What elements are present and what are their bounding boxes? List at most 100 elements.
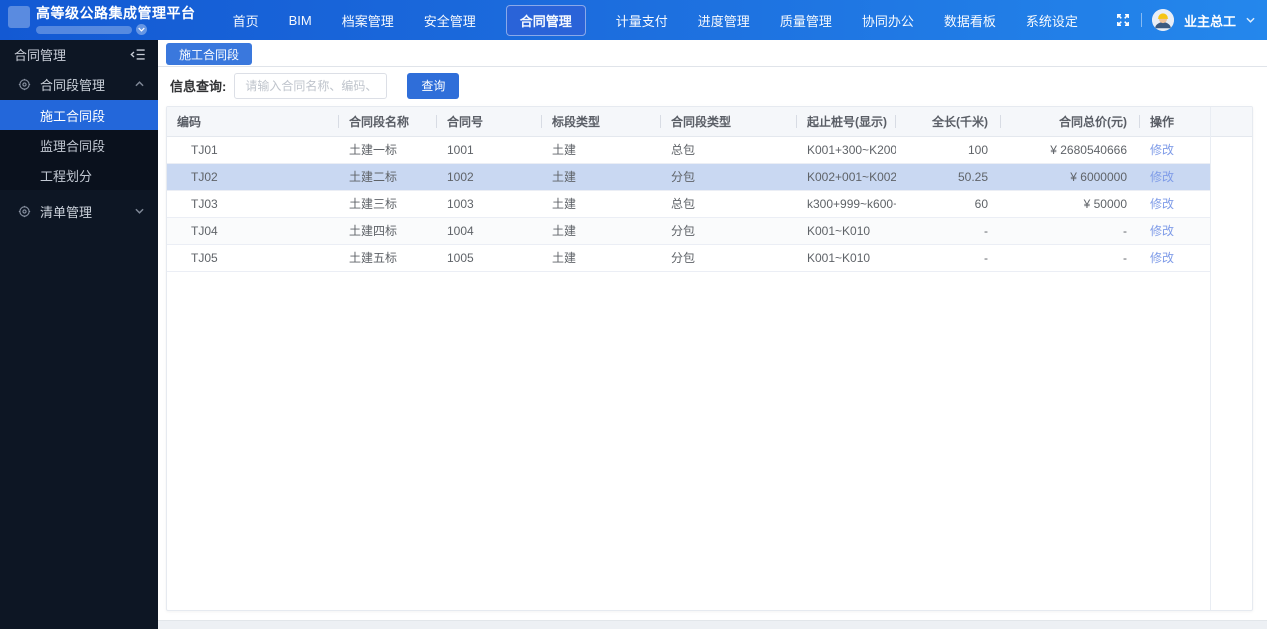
fullscreen-icon[interactable]	[1115, 12, 1131, 28]
project-name-pill	[36, 25, 132, 34]
cell: -	[1001, 217, 1140, 245]
nav-item[interactable]: 进度管理	[698, 11, 750, 30]
main-area: 施工合同段 信息查询: 查询 编码合同段名称合同号标段类型合同段类型起止桩号(显…	[158, 40, 1267, 629]
edit-link[interactable]: 修改	[1150, 143, 1174, 157]
column-header: 全长(千米)	[896, 107, 1001, 137]
gear-circle-icon	[18, 78, 31, 91]
cell: 100	[896, 136, 1001, 164]
cell: TJ05	[167, 244, 339, 272]
footer-strip	[158, 620, 1267, 629]
chevron-down-icon	[135, 208, 144, 214]
row-gutter	[1211, 244, 1252, 271]
column-header: 编码	[167, 107, 339, 137]
cell: TJ02	[167, 163, 339, 191]
table-row[interactable]: TJ02土建二标1002土建分包K002+001~K002+90050.25¥ …	[167, 163, 1252, 191]
nav-item[interactable]: 首页	[233, 11, 259, 30]
table-row[interactable]: TJ03土建三标1003土建总包k300+999~k600+99960¥ 500…	[167, 190, 1252, 218]
cell: 土建二标	[339, 163, 437, 191]
sidebar-item[interactable]: 工程划分	[0, 160, 158, 190]
row-gutter	[1211, 217, 1252, 244]
chevron-down-icon	[138, 27, 145, 32]
tab-bar: 施工合同段	[158, 40, 1267, 67]
header-divider	[1140, 13, 1142, 27]
cell: k300+999~k600+999	[797, 190, 896, 218]
top-bar: 高等级公路集成管理平台 首页 BIM 档案管理 安全管理 合同管理 计量支付 进度管理 质量管…	[0, 0, 1267, 40]
column-header: 合同段类型	[661, 107, 797, 137]
cell: ¥ 6000000	[1001, 163, 1140, 191]
search-row: 信息查询: 查询	[158, 67, 1267, 104]
column-header: 合同段名称	[339, 107, 437, 137]
cell: 土建	[542, 136, 661, 164]
table-header-row: 编码 合同段名称 合同号 标段类型 合同段类型 起止桩号(显示) 全长(千米) 合同总价(元)…	[167, 107, 1252, 137]
cell: 总包	[661, 136, 797, 164]
column-header: 操作	[1140, 107, 1211, 137]
chevron-up-icon	[135, 81, 144, 87]
search-input[interactable]	[234, 72, 388, 99]
cell: 土建五标	[339, 244, 437, 272]
sidebar-item[interactable]: 施工合同段	[0, 100, 158, 130]
nav-item[interactable]: 计量支付	[616, 11, 668, 30]
nav-item[interactable]: 档案管理	[342, 11, 394, 30]
edit-link[interactable]: 修改	[1150, 251, 1174, 265]
search-label: 信息查询:	[170, 79, 227, 94]
query-button[interactable]: 查询	[407, 72, 460, 99]
nav-item[interactable]: BIM	[289, 13, 312, 28]
nav-item[interactable]: 系统设定	[1026, 11, 1078, 30]
sidebar-group[interactable]: 合同段管理	[0, 68, 158, 100]
cell-action: 修改	[1140, 190, 1211, 218]
sidebar-item[interactable]: 监理合同段	[0, 130, 158, 160]
table-row[interactable]: TJ04 土建四标 1004 土建 分包 K001~K010- - 修改	[167, 217, 1252, 245]
cell: 50.25	[896, 163, 1001, 191]
table-content: 编码 合同段名称 合同号 标段类型 合同段类型 起止桩号(显示) 全长(千米) 合同总价(元)…	[158, 104, 1267, 620]
user-menu-chevron-icon[interactable]	[1246, 17, 1255, 23]
cell: ¥ 2680540666	[1001, 136, 1140, 164]
sidebar-submenu: 施工合同段 监理合同段 工程划分	[0, 100, 158, 190]
cell: K001+300~K200+300	[797, 136, 896, 164]
sidebar-group[interactable]: 清单管理	[0, 195, 158, 227]
cell: ¥ 50000	[1001, 190, 1140, 218]
cell: 土建一标	[339, 136, 437, 164]
cell: 1002	[437, 163, 542, 191]
edit-link[interactable]: 修改	[1150, 170, 1174, 184]
nav-item[interactable]: 质量管理	[780, 11, 832, 30]
cell: TJ01	[167, 136, 339, 164]
nav-item[interactable]: 安全管理	[424, 11, 476, 30]
cell: 土建	[542, 190, 661, 218]
collapse-menu-icon[interactable]	[130, 48, 146, 61]
table-card: 编码 合同段名称 合同号 标段类型 合同段类型 起止桩号(显示) 全长(千米) 合同总价(元)…	[166, 106, 1253, 611]
cell: 土建四标	[339, 217, 437, 245]
cell: 总包	[661, 190, 797, 218]
sidebar: 合同管理 合同段管理 施工合同段 监理合同段 工程划分清单管理	[0, 40, 158, 629]
row-gutter	[1211, 163, 1252, 190]
column-header: 起止桩号(显示)	[797, 107, 896, 137]
sidebar-title: 合同管理	[14, 47, 67, 63]
column-header: 合同总价(元)	[1001, 107, 1140, 137]
cell: -	[1001, 244, 1140, 272]
nav-item[interactable]: 协同办公	[862, 11, 914, 30]
user-name[interactable]: 业主总工	[1184, 11, 1236, 30]
project-selector[interactable]	[136, 24, 147, 35]
row-gutter	[1211, 190, 1252, 217]
fixed-column-divider	[1210, 107, 1211, 610]
cell: 土建	[542, 163, 661, 191]
table-row[interactable]: TJ05 土建五标 1005 土建 分包 K001~K010- - 修改	[167, 244, 1252, 272]
edit-link[interactable]: 修改	[1150, 197, 1174, 211]
cell: TJ04	[167, 217, 339, 245]
cell: 60	[896, 190, 1001, 218]
nav-item[interactable]: 合同管理	[505, 4, 586, 36]
tab-construction-contract[interactable]: 施工合同段	[166, 43, 253, 65]
avatar[interactable]	[1151, 9, 1174, 31]
cell: 分包	[661, 163, 797, 191]
nav-item[interactable]: 数据看板	[944, 11, 996, 30]
cell: 1001	[437, 136, 542, 164]
table-body: TJ01土建一标1001土建总包K001+300~K200+300100¥ 26…	[167, 136, 1252, 272]
cell: 1005	[437, 244, 542, 272]
column-header: 标段类型	[542, 107, 661, 137]
gear-circle-icon	[18, 205, 31, 218]
table-row[interactable]: TJ01土建一标1001土建总包K001+300~K200+300100¥ 26…	[167, 136, 1252, 164]
brand: 高等级公路集成管理平台	[8, 5, 196, 35]
edit-link[interactable]: 修改	[1150, 224, 1174, 238]
header-gutter	[1211, 107, 1252, 137]
sidebar-menu: 合同段管理 施工合同段 监理合同段 工程划分清单管理	[0, 68, 158, 227]
cell: 分包	[661, 244, 797, 272]
